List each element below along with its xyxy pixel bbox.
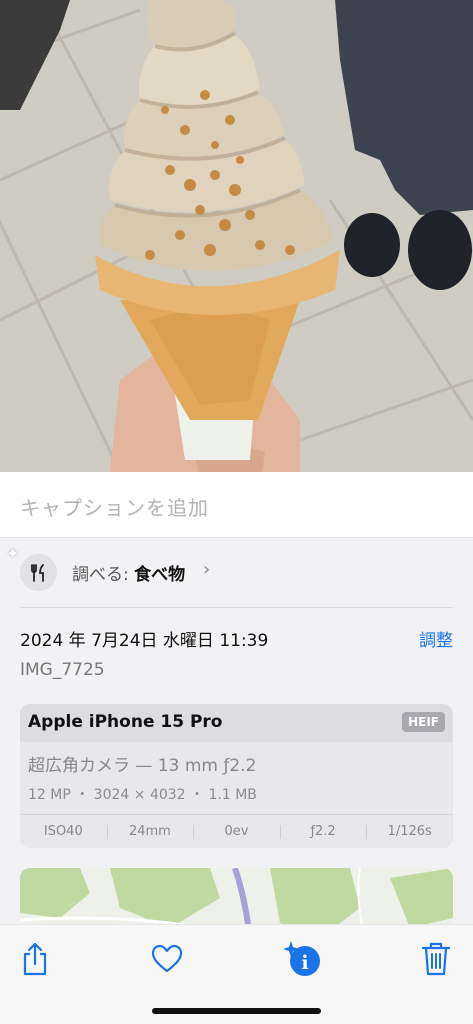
visual-lookup-row[interactable]: ✦ 調べる: 食べ物 › — [0, 544, 473, 600]
exif-focal-length: 24mm — [106, 824, 194, 839]
lens-info: 超広角カメラ — 13 mm ƒ2.2 — [28, 756, 257, 776]
photo-viewer[interactable] — [0, 0, 473, 472]
camera-info-card: Apple iPhone 15 Pro HEIF 超広角カメラ — 13 mm … — [20, 704, 453, 848]
sparkle-icon: ✦ — [6, 544, 20, 563]
ice-cream-photo — [0, 0, 473, 472]
format-badge: HEIF — [402, 712, 445, 732]
divider — [20, 607, 453, 608]
photo-datetime: 2024 年 7月24日 水曜日 11:39 — [20, 631, 269, 651]
fork-knife-icon — [20, 554, 57, 591]
bottom-toolbar: i — [0, 924, 473, 1024]
svg-text:i: i — [301, 952, 308, 974]
device-header: Apple iPhone 15 Pro HEIF — [20, 704, 453, 742]
lookup-label: 調べる: 食べ物 — [72, 560, 185, 585]
exif-exposure-bias: 0ev — [193, 824, 280, 839]
image-specs: 12 MP ・ 3024 × 4032 ・ 1.1 MB — [28, 787, 257, 803]
exif-row: ISO40 24mm 0ev ƒ2.2 1/126s — [20, 814, 453, 848]
chevron-right-icon: › — [203, 559, 211, 580]
map-thumbnail — [20, 868, 453, 924]
exif-aperture: ƒ2.2 — [279, 824, 367, 839]
photo-filename: IMG_7725 — [20, 660, 105, 680]
location-map[interactable] — [20, 868, 453, 924]
adjust-button[interactable]: 調整 — [419, 626, 453, 651]
share-icon[interactable] — [15, 939, 55, 979]
device-name: Apple iPhone 15 Pro — [28, 712, 223, 732]
caption-field[interactable]: キャプションを追加 — [0, 472, 473, 538]
trash-icon[interactable] — [416, 939, 456, 979]
lookup-prefix: 調べる: — [72, 565, 129, 585]
caption-placeholder: キャプションを追加 — [20, 496, 209, 520]
exif-iso: ISO40 — [43, 824, 83, 839]
info-panel: キャプションを追加 ✦ 調べる: 食べ物 › 2024 年 7月24日 水曜日 … — [0, 472, 473, 924]
lookup-value: 食べ物 — [134, 565, 186, 585]
info-sparkle-icon[interactable]: i — [283, 939, 323, 979]
exif-shutter-speed: 1/126s — [366, 824, 453, 839]
device-body: 超広角カメラ — 13 mm ƒ2.2 12 MP ・ 3024 × 4032 … — [20, 742, 453, 814]
heart-icon[interactable] — [147, 939, 187, 979]
home-indicator — [152, 1008, 321, 1014]
